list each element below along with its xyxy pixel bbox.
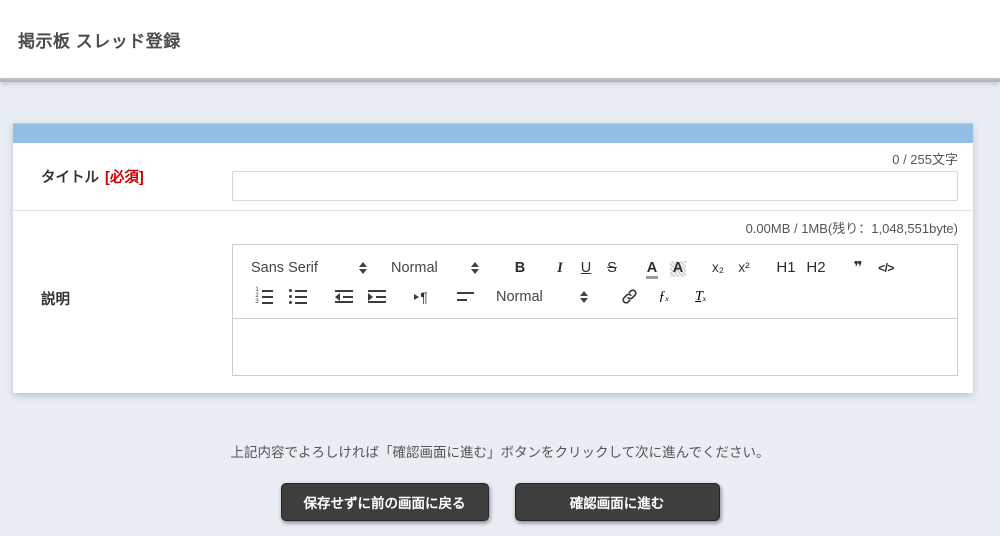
clean-formatting-icon: Tₓ [695, 289, 707, 305]
ordered-list-icon: 1 2 3 [255, 289, 273, 304]
header2-button[interactable]: H2 [801, 257, 831, 279]
updown-arrows-icon [359, 262, 367, 274]
action-button-row: 保存せずに前の画面に戻る 確認画面に進む [0, 483, 1000, 521]
font-picker-value: Sans Serif [251, 260, 318, 276]
underline-icon: U [581, 260, 591, 276]
strikethrough-button[interactable]: S [599, 257, 625, 279]
background-color-icon: A [670, 261, 686, 277]
bullet-list-button[interactable] [285, 286, 311, 308]
title-label: タイトル [41, 166, 99, 187]
thread-form-card: タイトル [必須] 0 / 255文字 説明 0.00MB / 1MB(残り：1… [13, 123, 973, 393]
page-header: 掲示板 スレッド登録 [0, 0, 1000, 78]
italic-icon: I [557, 260, 563, 276]
rich-text-editor: Sans Serif Normal B I U S A [232, 244, 958, 376]
outdent-button[interactable] [331, 286, 357, 308]
align-button[interactable] [452, 286, 478, 308]
subscript-button[interactable]: x₂ [705, 257, 731, 279]
card-header-bar [13, 123, 973, 143]
title-input[interactable] [232, 171, 958, 201]
indent-icon [368, 290, 386, 303]
description-editor-content[interactable] [233, 319, 957, 375]
format-picker[interactable]: Normal [391, 260, 479, 276]
description-row: 説明 0.00MB / 1MB(残り：1,048,551byte) Sans S… [13, 211, 973, 393]
page-title: 掲示板 スレッド登録 [18, 27, 181, 52]
description-size-counter: 0.00MB / 1MB(残り：1,048,551byte) [232, 221, 958, 237]
strikethrough-icon: S [607, 260, 617, 276]
header1-button[interactable]: H1 [771, 257, 801, 279]
ordered-list-button[interactable]: 1 2 3 [251, 286, 277, 308]
title-field-cell: 0 / 255文字 [232, 143, 958, 210]
code-block-button[interactable]: </> [871, 257, 901, 279]
description-label: 説明 [41, 288, 70, 309]
description-field-cell: 0.00MB / 1MB(残り：1,048,551byte) Sans Seri… [232, 221, 958, 376]
instruction-text: 上記内容でよろしければ「確認画面に進む」ボタンをクリックして次に進んでください。 [0, 393, 1000, 461]
toolbar-row-1: Sans Serif Normal B I U S A [251, 254, 945, 281]
text-direction-icon: ¶ [414, 289, 428, 305]
link-button[interactable] [616, 286, 642, 308]
indent-button[interactable] [364, 286, 390, 308]
title-row: タイトル [必須] 0 / 255文字 [13, 143, 973, 210]
updown-arrows-icon [580, 291, 588, 303]
text-color-button[interactable]: A [639, 257, 665, 279]
bold-button[interactable]: B [507, 257, 533, 279]
required-badge: [必須] [105, 166, 144, 187]
blockquote-button[interactable]: ❞ [845, 257, 871, 279]
toolbar-row-2: 1 2 3 [251, 283, 945, 310]
text-color-icon: A [646, 261, 658, 279]
proceed-button[interactable]: 確認画面に進む [515, 483, 720, 521]
main-content: タイトル [必須] 0 / 255文字 説明 0.00MB / 1MB(残り：1… [0, 82, 1000, 521]
text-direction-button[interactable]: ¶ [408, 286, 434, 308]
updown-arrows-icon [471, 262, 479, 274]
clean-formatting-button[interactable]: Tₓ [688, 286, 714, 308]
title-char-counter: 0 / 255文字 [232, 152, 958, 168]
back-button[interactable]: 保存せずに前の画面に戻る [281, 483, 489, 521]
format-picker-value: Normal [391, 260, 438, 276]
description-label-cell: 説明 [41, 221, 232, 376]
editor-toolbar: Sans Serif Normal B I U S A [233, 245, 957, 319]
bullet-list-icon [289, 289, 307, 304]
size-picker-value: Normal [496, 289, 543, 305]
formula-button[interactable]: ƒₓ [651, 286, 677, 308]
size-picker[interactable]: Normal [496, 289, 588, 305]
background-color-button[interactable]: A [665, 257, 691, 279]
superscript-button[interactable]: x² [731, 257, 757, 279]
formula-icon: ƒₓ [659, 289, 670, 305]
underline-button[interactable]: U [573, 257, 599, 279]
align-icon [457, 292, 474, 301]
outdent-icon [335, 290, 353, 303]
font-picker[interactable]: Sans Serif [251, 260, 367, 276]
title-label-cell: タイトル [必須] [41, 143, 232, 210]
link-icon [621, 288, 638, 305]
italic-button[interactable]: I [547, 257, 573, 279]
